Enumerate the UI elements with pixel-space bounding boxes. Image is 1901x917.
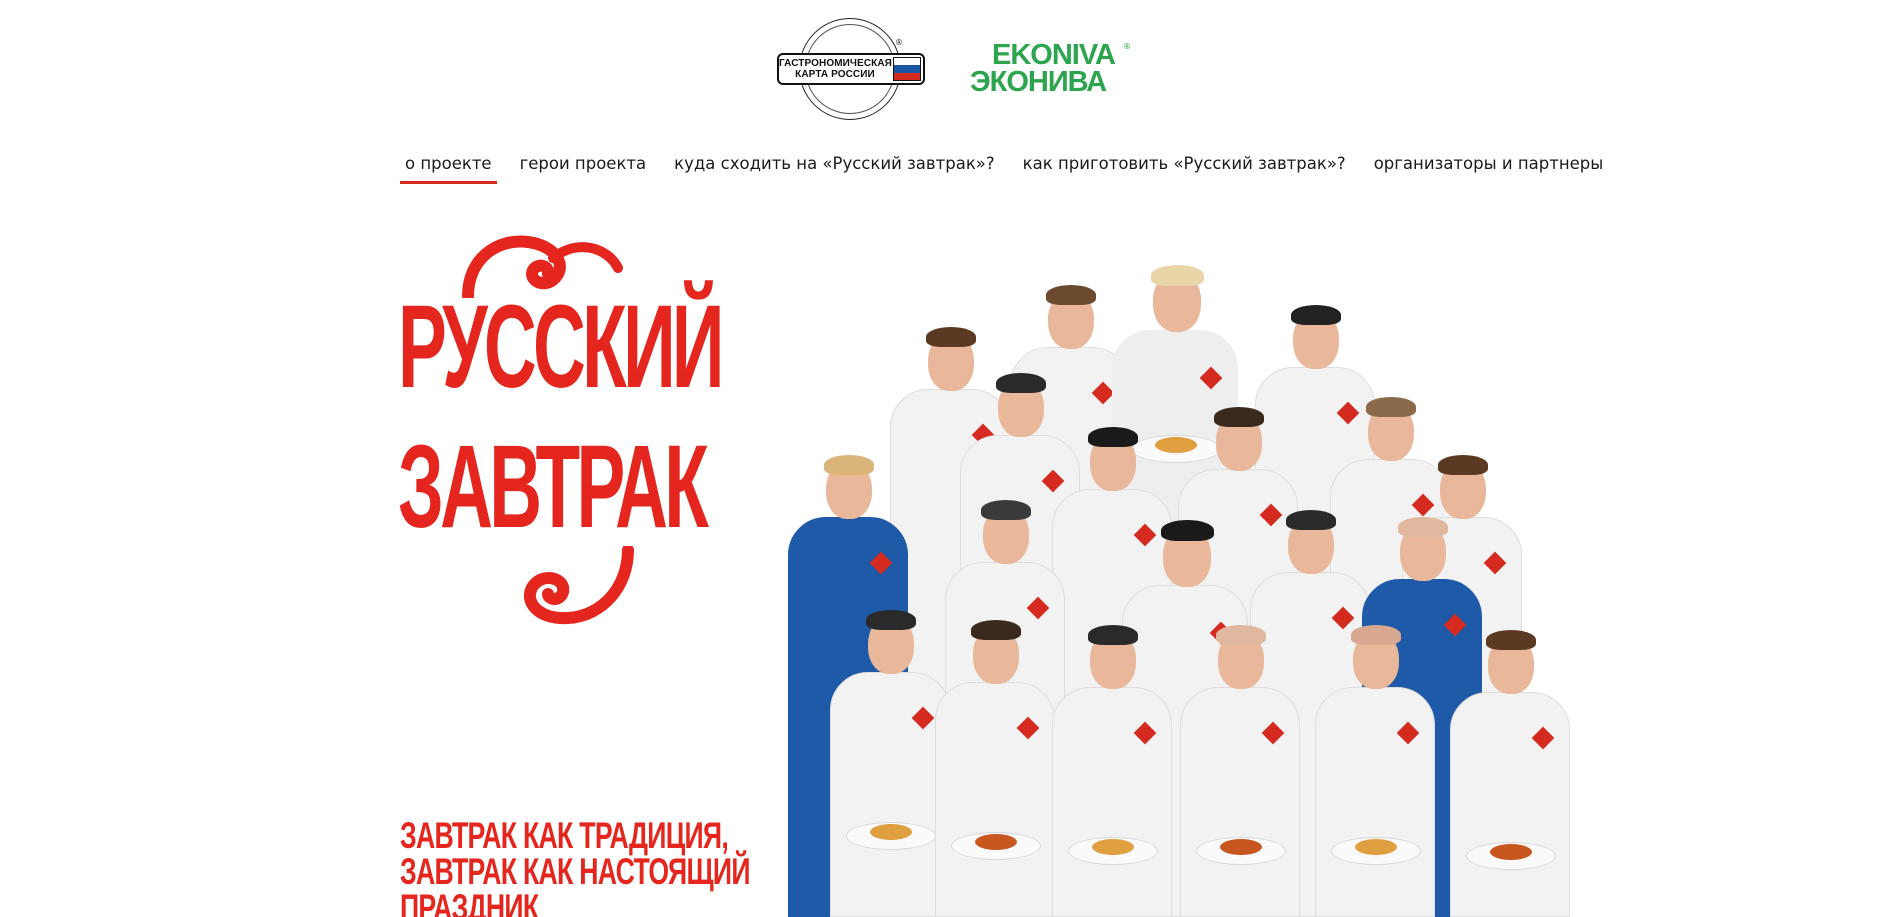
logo-text-line1: ГАСТРОНОМИЧЕСКАЯ [779,58,892,69]
logo-text-line2: КАРТА РОССИИ [795,69,875,80]
registered-mark: ® [895,38,903,47]
chef-hair [1486,630,1536,650]
main-navigation: о проекте герои проекта куда сходить на … [400,150,1626,184]
gastronomic-map-logo-icon[interactable]: ® ГАСТРОНОМИЧЕСКАЯ КАРТА РОССИИ [777,18,927,120]
nav-item-about[interactable]: о проекте [400,150,497,184]
chef-hair [1214,407,1264,427]
hero-tagline: ЗАВТРАК КАК ТРАДИЦИЯ, ЗАВТРАК КАК НАСТОЯ… [400,815,800,917]
chef-jacket [1180,687,1300,917]
food-dish [1155,437,1197,453]
chef-jacket [935,682,1055,917]
chef-hair [981,500,1031,520]
chef-hair [1161,520,1214,541]
chef-hair [1151,265,1204,286]
chef-jacket [830,672,950,917]
chef-hair [996,373,1046,393]
chef-hair [1366,397,1416,417]
food-dish [1355,839,1397,855]
hero-title-line2: ЗАВТРАК [398,421,709,553]
chef-hair [926,327,976,347]
chef-hair [1398,517,1448,537]
food-dish [1490,844,1532,860]
chef-jacket [1450,692,1570,917]
chef-hair [1286,510,1336,530]
nav-item-organizers[interactable]: организаторы и партнеры [1369,150,1609,184]
tagline-line1: ЗАВТРАК КАК ТРАДИЦИЯ, [400,815,729,856]
ekoniva-registered-mark: ® [1123,42,1131,51]
hero-title-line1: РУССКИЙ [398,281,725,413]
food-dish [1092,839,1134,855]
chef-hair [1216,625,1266,645]
header-logos: ® ГАСТРОНОМИЧЕСКАЯ КАРТА РОССИИ EKONIVA … [0,18,1901,120]
nav-item-where-to-go[interactable]: куда сходить на «Русский завтрак»? [669,150,1000,184]
chef-hair [1088,427,1138,447]
chef-hair [824,455,874,475]
russian-flag-icon [893,57,921,81]
logo-badge: ГАСТРОНОМИЧЕСКАЯ КАРТА РОССИИ [777,53,925,85]
bottom-swirl-ornament-icon [523,546,634,625]
chef-jacket [1315,687,1435,917]
chef-hair [1046,285,1096,305]
nav-item-how-to-cook[interactable]: как приготовить «Русский завтрак»? [1018,150,1351,184]
chef-hair [1291,305,1341,325]
tagline-line3: ПРАЗДНИК [400,887,539,917]
chef-hair [1351,625,1401,645]
logo-text: ГАСТРОНОМИЧЕСКАЯ КАРТА РОССИИ [779,58,892,80]
chefs-group-photo [760,255,1620,917]
chef-jacket [1052,687,1172,917]
tagline-line2: ЗАВТРАК КАК НАСТОЯЩИЙ [400,851,750,892]
food-dish [870,824,912,840]
ekoniva-logo-icon[interactable]: EKONIVA ЭКОНИВА ® [970,39,1131,102]
chef-hair [1438,455,1488,475]
ekoniva-cyrillic-text: ЭКОНИВА [970,66,1107,98]
hero-title: РУССКИЙ ЗАВТРАК [398,228,758,625]
chef-hair [971,620,1021,640]
food-dish [1220,839,1262,855]
chef-hair [866,610,916,630]
food-dish [975,834,1017,850]
ekoniva-latin-text: EKONIVA [992,39,1116,71]
nav-item-heroes[interactable]: герои проекта [515,150,652,184]
chef-hair [1088,625,1138,645]
